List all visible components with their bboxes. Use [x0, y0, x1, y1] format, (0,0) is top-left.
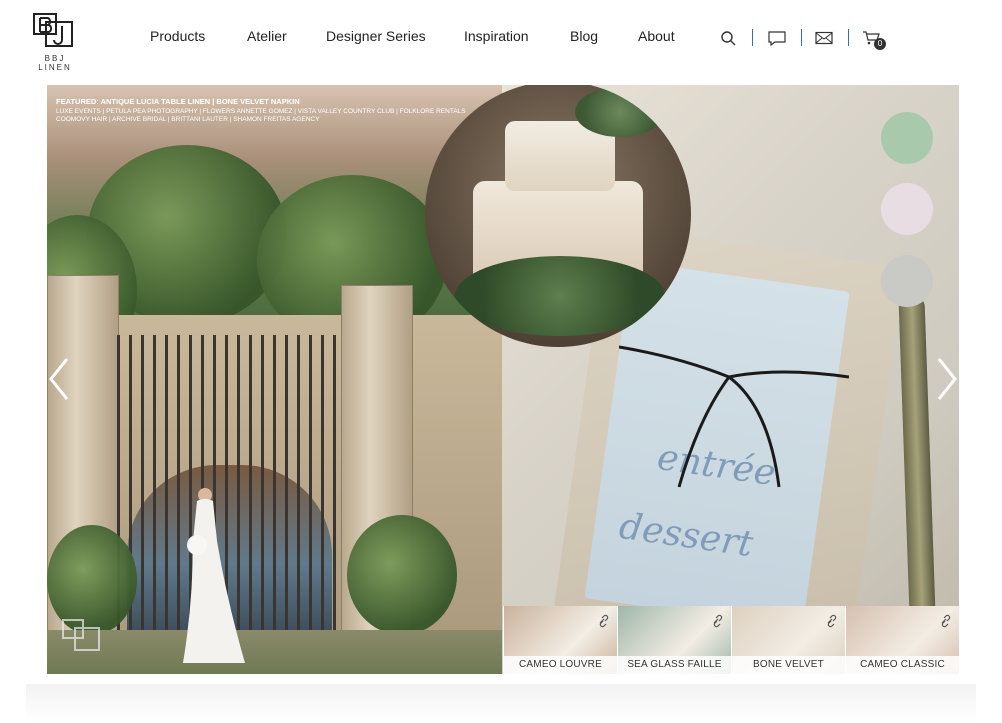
- nav-item-atelier[interactable]: Atelier: [247, 28, 287, 44]
- fabric-swatch[interactable]: CAMEO CLASSIC: [845, 606, 959, 674]
- featured-caption: FEATURED: ANTIQUE LUCIA TABLE LINEN | BO…: [56, 97, 476, 125]
- fabric-label: BONE VELVET: [732, 656, 845, 674]
- chevron-left-icon[interactable]: [47, 355, 71, 403]
- nav-item-designer-series[interactable]: Designer Series: [326, 28, 426, 44]
- cart-count-badge: 0: [874, 38, 886, 50]
- fabric-swatch[interactable]: CAMEO LOUVRE: [503, 606, 617, 674]
- brand-logo[interactable]: BBJ LINEN: [26, 12, 84, 72]
- logo-monogram-icon: [33, 13, 73, 47]
- fabric-swatch-strip: CAMEO LOUVRE SEA GLASS FAILLE BONE VELVE…: [503, 606, 959, 674]
- palette-swatch-blush: [881, 183, 933, 235]
- chevron-right-icon[interactable]: [935, 355, 959, 403]
- link-icon: [599, 614, 609, 628]
- featured-title: FEATURED: ANTIQUE LUCIA TABLE LINEN | BO…: [56, 97, 300, 106]
- lawn: [47, 630, 527, 674]
- header-separator: [801, 29, 802, 46]
- link-icon: [713, 614, 723, 628]
- palette-swatch-stone: [881, 255, 933, 307]
- nav-item-products[interactable]: Products: [150, 28, 205, 44]
- bride-figure: [183, 488, 245, 663]
- shrub: [347, 515, 457, 635]
- link-icon: [827, 614, 837, 628]
- ribbon-bow: [619, 345, 849, 488]
- nav-item-blog[interactable]: Blog: [570, 28, 598, 44]
- fabric-label: CAMEO CLASSIC: [846, 656, 959, 674]
- header-separator: [848, 29, 849, 46]
- mail-icon[interactable]: [815, 30, 833, 46]
- fabric-label: SEA GLASS FAILLE: [618, 656, 731, 674]
- search-icon[interactable]: [720, 30, 738, 46]
- link-icon: [941, 614, 951, 628]
- footer-shadow: [26, 684, 976, 723]
- chat-icon[interactable]: [768, 30, 786, 46]
- fabric-swatch[interactable]: SEA GLASS FAILLE: [617, 606, 731, 674]
- fabric-label: CAMEO LOUVRE: [504, 656, 617, 674]
- nav-item-about[interactable]: About: [638, 28, 675, 44]
- cake-flowers: [575, 87, 665, 137]
- nav-item-inspiration[interactable]: Inspiration: [464, 28, 529, 44]
- brand-name: BBJ LINEN: [38, 54, 72, 72]
- brand-watermark-icon: [62, 619, 100, 651]
- featured-credits: LUXE EVENTS | PETULA PEA PHOTOGRAPHY | F…: [56, 108, 466, 116]
- hero-slider[interactable]: entrée dessert FEATURED: ANTIQUE LUCIA T…: [47, 85, 959, 674]
- cake-greenery: [455, 256, 665, 336]
- header-separator: [752, 29, 753, 46]
- fabric-swatch[interactable]: BONE VELVET: [731, 606, 845, 674]
- palette-swatch-sage: [881, 112, 933, 164]
- featured-credits: COOMOVY HAIR | ARCHIVE BRIDAL | BRITTANI…: [56, 116, 320, 124]
